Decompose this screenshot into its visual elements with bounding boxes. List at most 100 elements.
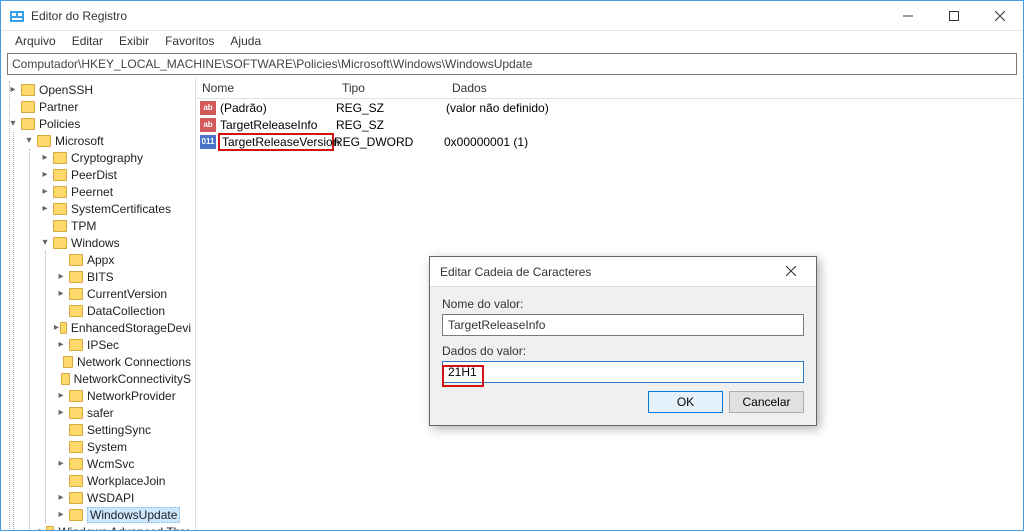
tree-item-label: Microsoft: [55, 134, 108, 148]
tree-item-label: OpenSSH: [39, 83, 97, 97]
close-button[interactable]: [977, 1, 1023, 30]
window-controls: [885, 1, 1023, 30]
tree-item-label: SystemCertificates: [71, 202, 175, 216]
tree-item-label: CurrentVersion: [87, 287, 171, 301]
window-title: Editor do Registro: [31, 9, 885, 23]
address-bar[interactable]: Computador\HKEY_LOCAL_MACHINE\SOFTWARE\P…: [7, 53, 1017, 75]
tree-item[interactable]: ▸PeerDist: [37, 166, 195, 183]
tree-item[interactable]: TPM: [37, 217, 195, 234]
tree-item[interactable]: ▸ CurrentVersion: [53, 285, 195, 302]
folder-icon: [21, 101, 35, 113]
folder-icon: [69, 424, 83, 436]
column-type[interactable]: Tipo: [336, 81, 446, 95]
chevron-right-icon[interactable]: ▸: [37, 526, 46, 530]
folder-icon: [69, 458, 83, 470]
folder-icon: [53, 152, 67, 164]
chevron-right-icon[interactable]: ▸: [37, 152, 53, 163]
tree-item[interactable]: Partner: [5, 98, 195, 115]
tree-item-label: WindowsUpdate: [87, 507, 180, 523]
tree-item[interactable]: Appx: [53, 251, 195, 268]
folder-icon: [69, 407, 83, 419]
tree-item[interactable]: ▸ OpenSSH: [5, 81, 195, 98]
folder-icon: [61, 373, 69, 385]
folder-icon: [69, 288, 83, 300]
value-data-label: Dados do valor:: [442, 344, 804, 358]
cancel-button[interactable]: Cancelar: [729, 391, 804, 413]
tree-item[interactable]: Network Connections: [53, 353, 195, 370]
tree-item[interactable]: ▸ SystemCertificates: [37, 200, 195, 217]
tree-item[interactable]: ▸IPSec: [53, 336, 195, 353]
app-icon: [9, 8, 25, 24]
tree-item[interactable]: ▸WSDAPI: [53, 489, 195, 506]
edit-string-dialog: Editar Cadeia de Caracteres Nome do valo…: [429, 256, 817, 426]
chevron-right-icon[interactable]: ▸: [53, 288, 69, 299]
chevron-right-icon[interactable]: ▸: [53, 407, 69, 418]
dialog-body: Nome do valor: Dados do valor: OK Cancel…: [430, 287, 816, 425]
tree-item[interactable]: WorkplaceJoin: [53, 472, 195, 489]
titlebar: Editor do Registro: [1, 1, 1023, 31]
column-name[interactable]: Nome: [196, 81, 336, 95]
tree-item-label: Peernet: [71, 185, 117, 199]
tree-item[interactable]: ▸Cryptography: [37, 149, 195, 166]
registry-value-row[interactable]: ab(Padrão)REG_SZ(valor não definido): [196, 99, 1023, 116]
folder-icon: [21, 84, 35, 96]
chevron-right-icon[interactable]: ▸: [37, 169, 53, 180]
tree-item[interactable]: NetworkConnectivityS: [53, 370, 195, 387]
folder-icon: [69, 271, 83, 283]
tree-item[interactable]: ▾Policies: [5, 115, 195, 132]
tree-item-label: Windows Advanced Thre: [58, 525, 195, 531]
folder-icon: [21, 118, 35, 130]
menu-favoritos[interactable]: Favoritos: [157, 32, 222, 50]
value-data: 0x00000001 (1): [444, 135, 1023, 149]
tree-item[interactable]: ▸WcmSvc: [53, 455, 195, 472]
ok-button[interactable]: OK: [648, 391, 723, 413]
tree-item[interactable]: DataCollection: [53, 302, 195, 319]
tree-item[interactable]: ▸NetworkProvider: [53, 387, 195, 404]
folder-icon: [37, 135, 51, 147]
maximize-button[interactable]: [931, 1, 977, 30]
folder-icon: [69, 492, 83, 504]
chevron-right-icon[interactable]: ▸: [53, 458, 69, 469]
tree-item[interactable]: ▸BITS: [53, 268, 195, 285]
menu-exibir[interactable]: Exibir: [111, 32, 157, 50]
tree-item[interactable]: ▸EnhancedStorageDevi: [53, 319, 195, 336]
tree-item-label: NetworkConnectivityS: [74, 372, 195, 386]
registry-value-row[interactable]: 011TargetReleaseVersionREG_DWORD0x000000…: [196, 133, 1023, 150]
chevron-right-icon[interactable]: ▸: [53, 509, 69, 520]
chevron-down-icon[interactable]: ▾: [37, 237, 53, 248]
menu-editar[interactable]: Editar: [64, 32, 111, 50]
chevron-right-icon[interactable]: ▸: [53, 390, 69, 401]
tree-pane[interactable]: ▸OpenSSHPartner▾Policies▾Microsoft▸Crypt…: [1, 77, 196, 530]
tree-item-label: SettingSync: [87, 423, 155, 437]
dialog-title-text: Editar Cadeia de Caracteres: [440, 265, 776, 279]
string-value-icon: ab: [200, 101, 216, 115]
tree-item[interactable]: ▾ Microsoft: [21, 132, 195, 149]
folder-icon: [53, 186, 67, 198]
tree-item[interactable]: ▾Windows: [37, 234, 195, 251]
chevron-right-icon[interactable]: ▸: [53, 271, 69, 282]
chevron-down-icon[interactable]: ▾: [5, 118, 21, 129]
tree-item-label: Appx: [87, 253, 118, 267]
chevron-right-icon[interactable]: ▸: [5, 84, 21, 95]
menu-ajuda[interactable]: Ajuda: [222, 32, 269, 50]
tree-item[interactable]: ▸ WindowsUpdate: [53, 506, 195, 523]
tree-item[interactable]: ▸safer: [53, 404, 195, 421]
minimize-button[interactable]: [885, 1, 931, 30]
value-name: TargetReleaseVersion: [218, 133, 334, 151]
chevron-right-icon[interactable]: ▸: [37, 203, 53, 214]
tree-item[interactable]: System: [53, 438, 195, 455]
column-data[interactable]: Dados: [446, 81, 1023, 95]
folder-icon: [69, 254, 83, 266]
tree-item[interactable]: SettingSync: [53, 421, 195, 438]
menu-arquivo[interactable]: Arquivo: [7, 32, 64, 50]
chevron-right-icon[interactable]: ▸: [37, 186, 53, 197]
chevron-right-icon[interactable]: ▸: [53, 339, 69, 350]
chevron-down-icon[interactable]: ▾: [21, 135, 37, 146]
tree-item[interactable]: ▸ Windows Advanced Thre: [37, 523, 195, 530]
registry-value-row[interactable]: abTargetReleaseInfoREG_SZ: [196, 116, 1023, 133]
tree-item[interactable]: ▸ Peernet: [37, 183, 195, 200]
value-data-input[interactable]: [442, 361, 804, 383]
dialog-close-button[interactable]: [776, 265, 806, 279]
chevron-right-icon[interactable]: ▸: [53, 322, 60, 333]
chevron-right-icon[interactable]: ▸: [53, 492, 69, 503]
